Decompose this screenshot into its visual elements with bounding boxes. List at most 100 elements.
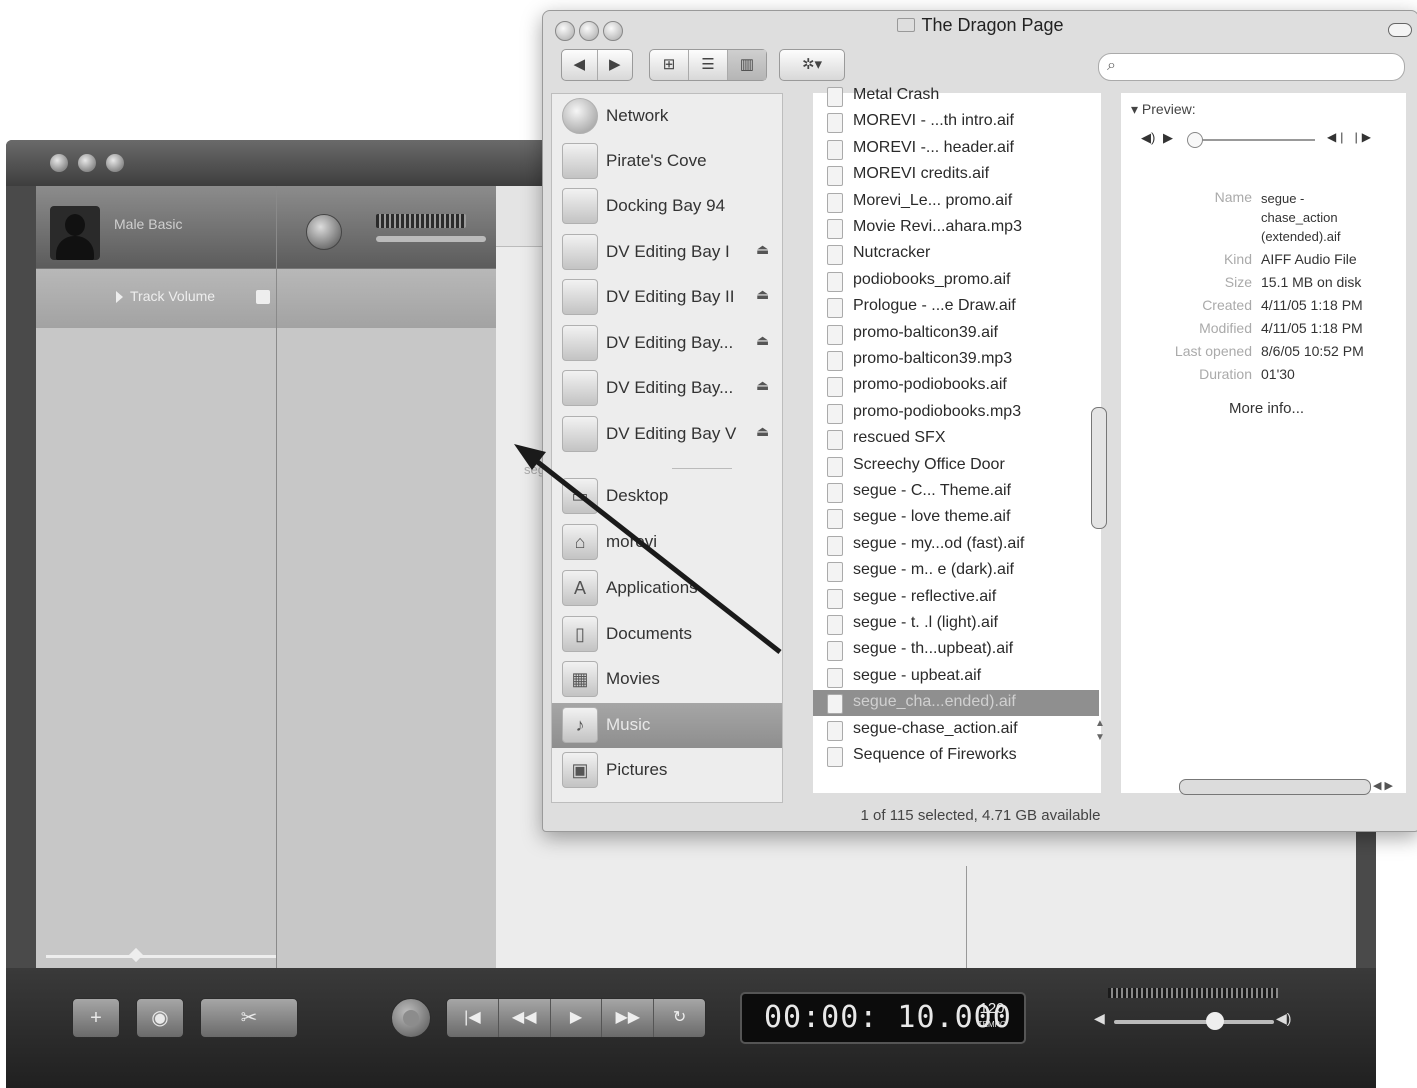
- sidebar-item-movies[interactable]: ▦ Movies: [552, 657, 782, 702]
- back-button[interactable]: ◀: [562, 50, 598, 80]
- play-button[interactable]: ▶: [551, 999, 603, 1037]
- sidebar-item-label: Movies: [606, 669, 660, 688]
- file-row[interactable]: MOREVI - ...th intro.aif: [813, 109, 1099, 135]
- file-row[interactable]: Screechy Office Door: [813, 453, 1099, 479]
- track-header[interactable]: Male Basic: [36, 186, 496, 268]
- network-icon: [562, 98, 598, 134]
- eject-icon[interactable]: ⏏: [756, 423, 769, 440]
- file-row[interactable]: segue - my...od (fast).aif: [813, 532, 1099, 558]
- file-row[interactable]: segue_cha...ended).aif: [813, 690, 1099, 716]
- column-view-button[interactable]: ▥: [728, 50, 766, 80]
- eject-icon[interactable]: ⏏: [756, 332, 769, 349]
- file-row[interactable]: Morevi_Le... promo.aif: [813, 189, 1099, 215]
- add-track-button[interactable]: +: [72, 998, 120, 1038]
- file-name: Metal Crash: [853, 86, 940, 103]
- eject-icon[interactable]: ⏏: [756, 377, 769, 394]
- file-row[interactable]: Movie Revi...ahara.mp3: [813, 215, 1099, 241]
- sidebar-item-dv-editing-bay-5[interactable]: DV Editing Bay V ⏏: [552, 412, 782, 457]
- meta-key: Modified: [1199, 320, 1252, 336]
- file-row[interactable]: segue - reflective.aif: [813, 585, 1099, 611]
- go-to-beginning-button[interactable]: |◀: [447, 999, 499, 1037]
- scroll-arrows-icon[interactable]: ▲ ▼: [1095, 717, 1105, 745]
- meta-value: 4/11/05 1:18 PM: [1261, 297, 1363, 313]
- file-row[interactable]: Prologue - ...e Draw.aif: [813, 294, 1099, 320]
- sidebar-item-dv-editing-bay-4[interactable]: DV Editing Bay... ⏏: [552, 366, 782, 411]
- sidebar-item-network[interactable]: Network: [552, 94, 782, 139]
- file-row[interactable]: segue - C... Theme.aif: [813, 479, 1099, 505]
- sidebar-item-dv-editing-bay-1[interactable]: DV Editing Bay I ⏏: [552, 230, 782, 275]
- sidebar-item-desktop[interactable]: ▭ Desktop: [552, 474, 782, 519]
- more-info-button[interactable]: More info...: [1229, 400, 1304, 417]
- volume-icon[interactable]: ◀): [1141, 130, 1155, 146]
- scrubber-thumb[interactable]: [1187, 132, 1203, 148]
- file-row[interactable]: MOREVI -... header.aif: [813, 136, 1099, 162]
- sidebar-item-dv-editing-bay-3[interactable]: DV Editing Bay... ⏏: [552, 321, 782, 366]
- play-icon[interactable]: ▶: [1163, 130, 1173, 146]
- file-row[interactable]: promo-balticon39.mp3: [813, 347, 1099, 373]
- toolbar-toggle-button[interactable]: [1388, 23, 1412, 37]
- file-row[interactable]: segue - love theme.aif: [813, 505, 1099, 531]
- icon-view-button[interactable]: ⊞: [650, 50, 689, 80]
- file-row[interactable]: Nutcracker: [813, 241, 1099, 267]
- file-row[interactable]: promo-podiobooks.mp3: [813, 400, 1099, 426]
- horizontal-scrollbar[interactable]: [1179, 779, 1371, 795]
- sidebar-item-dv-editing-bay-2[interactable]: DV Editing Bay II ⏏: [552, 275, 782, 320]
- action-gear-button[interactable]: ✲▾: [780, 50, 844, 80]
- time-display[interactable]: 00:00: 10.000 120 TEMPO: [740, 992, 1026, 1044]
- sidebar-item-pirates-cove[interactable]: Pirate's Cove: [552, 139, 782, 184]
- sidebar-item-pictures[interactable]: ▣ Pictures: [552, 748, 782, 793]
- loop-browser-button[interactable]: ◉: [136, 998, 184, 1038]
- track-volume-checkbox[interactable]: [256, 290, 270, 304]
- disclosure-triangle-icon[interactable]: [116, 291, 123, 303]
- file-row[interactable]: promo-balticon39.aif: [813, 321, 1099, 347]
- rewind-button[interactable]: ◀◀: [499, 999, 551, 1037]
- master-volume-thumb[interactable]: [1206, 1012, 1224, 1030]
- eject-icon[interactable]: ⏏: [756, 286, 769, 303]
- fast-forward-button[interactable]: ▶▶: [602, 999, 655, 1037]
- zoom-slider-track[interactable]: [46, 955, 276, 958]
- file-name: promo-podiobooks.mp3: [853, 403, 1022, 420]
- sidebar-item-applications[interactable]: A Applications: [552, 566, 782, 611]
- file-column-scrollbar[interactable]: [1091, 407, 1107, 529]
- horizontal-scroll-arrows-icon[interactable]: ◀ ▶: [1373, 779, 1393, 792]
- sidebar-item-home[interactable]: ⌂ morevi: [552, 520, 782, 565]
- zoom-window-button[interactable]: [106, 154, 124, 172]
- track-volume-slider[interactable]: [376, 236, 486, 242]
- search-field[interactable]: ⌕: [1098, 53, 1405, 81]
- minimize-window-button[interactable]: [78, 154, 96, 172]
- file-row[interactable]: segue - th...upbeat).aif: [813, 637, 1099, 663]
- close-window-button[interactable]: [50, 154, 68, 172]
- file-row[interactable]: podiobooks_promo.aif: [813, 268, 1099, 294]
- file-row[interactable]: Sequence of Fireworks: [813, 743, 1099, 769]
- file-row[interactable]: promo-podiobooks.aif: [813, 373, 1099, 399]
- file-row[interactable]: segue - upbeat.aif: [813, 664, 1099, 690]
- file-row[interactable]: MOREVI credits.aif: [813, 162, 1099, 188]
- master-volume-slider[interactable]: [1114, 1020, 1274, 1024]
- speaker-high-icon: ◀): [1276, 1010, 1292, 1026]
- sidebar-item-music[interactable]: ♪ Music: [552, 703, 782, 748]
- desktop-icon: ▭: [562, 478, 598, 514]
- pane-divider: [276, 186, 277, 968]
- list-view-button[interactable]: ☰: [689, 50, 728, 80]
- audio-file-icon: [827, 536, 843, 556]
- file-row[interactable]: Metal Crash: [813, 83, 1099, 109]
- record-button[interactable]: [391, 998, 431, 1038]
- firewire-drive-icon: [562, 416, 598, 452]
- hard-drive-icon: [562, 188, 598, 224]
- audio-file-icon: [827, 430, 843, 450]
- eject-icon[interactable]: ⏏: [756, 241, 769, 258]
- file-row[interactable]: segue - m.. e (dark).aif: [813, 558, 1099, 584]
- playback-scrubber[interactable]: [1191, 139, 1315, 141]
- preview-heading[interactable]: ▾ Preview:: [1131, 101, 1196, 118]
- file-row[interactable]: segue - t. .l (light).aif: [813, 611, 1099, 637]
- forward-button[interactable]: ▶: [598, 50, 633, 80]
- file-row[interactable]: segue-chase_action.aif: [813, 717, 1099, 743]
- file-row[interactable]: rescued SFX: [813, 426, 1099, 452]
- pan-knob[interactable]: [306, 214, 342, 250]
- step-frame-icons[interactable]: ◀| |▶: [1327, 130, 1375, 144]
- sidebar-item-docking-bay-94[interactable]: Docking Bay 94: [552, 184, 782, 229]
- cycle-button[interactable]: ↻: [654, 999, 705, 1037]
- pictures-icon: ▣: [562, 752, 598, 788]
- editor-button[interactable]: ✂: [200, 998, 298, 1038]
- sidebar-item-documents[interactable]: ▯ Documents: [552, 612, 782, 657]
